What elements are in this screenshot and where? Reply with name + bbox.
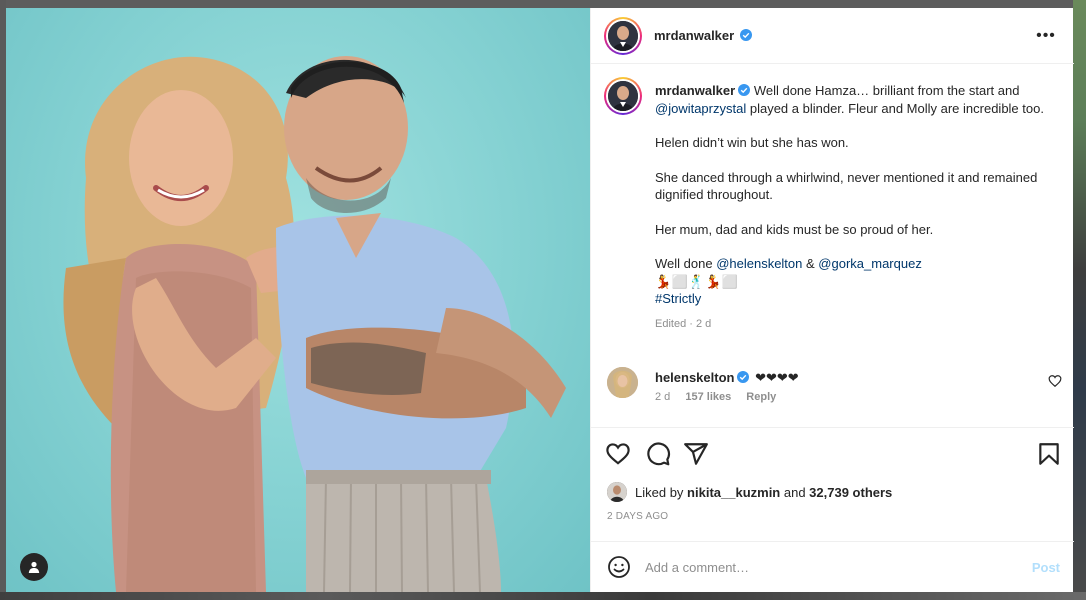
commenter-username[interactable]: helenskelton: [655, 370, 734, 385]
comments-section[interactable]: mrdanwalker Well done Hamza… brilliant f…: [591, 64, 1074, 428]
post-timestamp[interactable]: 2 DAYS AGO: [607, 511, 668, 522]
verified-icon: [738, 84, 751, 96]
reply-button[interactable]: Reply: [746, 391, 776, 403]
comment-body: helenskelton ❤❤❤❤: [655, 370, 799, 386]
author-username[interactable]: mrdanwalker: [654, 28, 734, 43]
backdrop-bottom-edge: [0, 592, 1086, 600]
bookmark-icon[interactable]: [1036, 441, 1062, 467]
add-comment-bar: Post: [591, 541, 1074, 592]
caption-paragraph: She danced through a whirlwind, never me…: [655, 169, 1038, 203]
comment-input[interactable]: [645, 554, 1005, 580]
post-header: mrdanwalker •••: [591, 8, 1074, 64]
comment-likes[interactable]: 157 likes: [685, 391, 731, 403]
caption-text: played a blinder. Fleur and Molly are in…: [746, 100, 1044, 116]
post-photo: [63, 56, 566, 592]
caption-meta: Edited · 2 d: [655, 317, 712, 330]
action-bar: [591, 429, 1074, 479]
backdrop-top-edge: [0, 0, 1086, 8]
post-caption: mrdanwalker Well done Hamza… brilliant f…: [655, 82, 1055, 333]
mention-link[interactable]: @jowitaprzystal: [655, 101, 746, 116]
comment-age[interactable]: 2 d: [655, 391, 670, 403]
commenter-avatar[interactable]: [607, 367, 638, 398]
edited-label: Edited: [655, 317, 687, 330]
comment-meta: 2 d 157 likes Reply: [655, 391, 788, 403]
share-icon[interactable]: [683, 441, 709, 467]
heart-icon[interactable]: [605, 441, 631, 467]
comment-text: ❤❤❤❤: [755, 370, 799, 385]
more-icon: •••: [1036, 27, 1056, 44]
comment-item: helenskelton ❤❤❤❤ 2 d 157 likes Reply: [591, 364, 1074, 414]
caption-emoji: 💃⬜🕺💃⬜: [655, 273, 739, 289]
comment-icon[interactable]: [645, 441, 671, 467]
caption-username[interactable]: mrdanwalker: [655, 83, 735, 98]
tag-user-button[interactable]: [20, 553, 48, 581]
more-options-button[interactable]: •••: [1036, 26, 1056, 46]
caption-author-avatar[interactable]: [604, 77, 642, 115]
liker-avatar[interactable]: [607, 482, 627, 502]
post-media[interactable]: [6, 8, 590, 592]
mention-link[interactable]: @gorka_marquez: [818, 256, 922, 271]
comment-heart-icon[interactable]: [1048, 374, 1062, 388]
likes-count[interactable]: 32,739 others: [809, 485, 892, 500]
caption-text: &: [802, 256, 819, 271]
author-avatar[interactable]: [604, 17, 642, 55]
liker-username[interactable]: nikita__kuzmin: [687, 485, 780, 500]
backdrop-right-edge: [1073, 0, 1086, 600]
caption-paragraph: Her mum, dad and kids must be so proud o…: [655, 221, 934, 237]
caption-age[interactable]: 2 d: [696, 318, 711, 330]
emoji-icon[interactable]: [607, 555, 631, 579]
hashtag-link[interactable]: #Strictly: [655, 291, 701, 306]
likes-summary: Liked by nikita__kuzmin and 32,739 other…: [607, 482, 892, 502]
caption-text: Well done Hamza… brilliant from the star…: [750, 83, 1020, 98]
mention-link[interactable]: @helenskelton: [716, 256, 802, 271]
caption-paragraph: Helen didn’t win but she has won.: [655, 135, 849, 150]
post-info-panel: mrdanwalker ••• mrdanwalker Well done Ha…: [590, 8, 1074, 592]
post-comment-button[interactable]: Post: [1032, 560, 1060, 575]
verified-icon: [740, 29, 752, 41]
tag-user-icon: [28, 561, 40, 573]
verified-icon: [737, 371, 750, 383]
caption-text: Well done: [655, 256, 717, 271]
